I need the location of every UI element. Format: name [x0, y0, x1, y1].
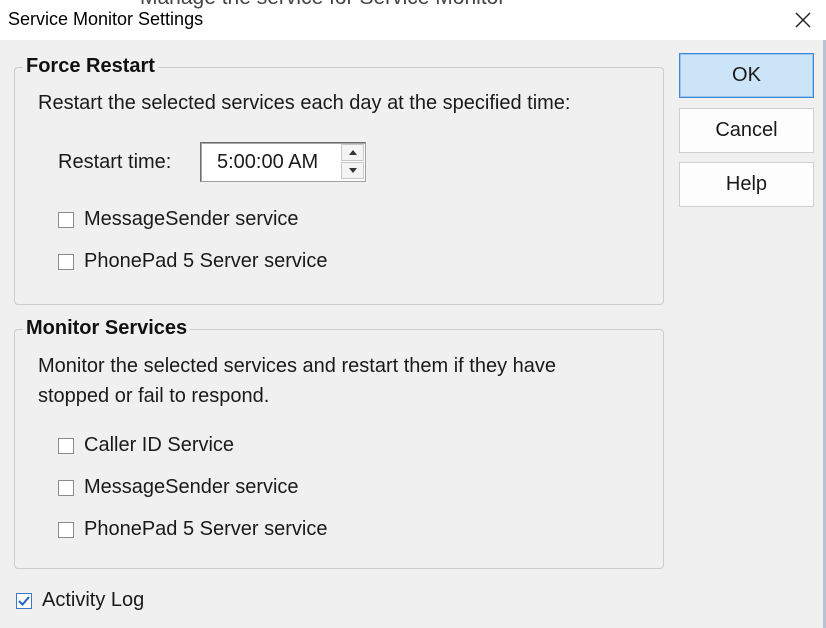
monitor-services-description-line1: Monitor the selected services and restar…: [38, 355, 557, 377]
window-title: Service Monitor Settings: [8, 9, 204, 29]
close-button[interactable]: [780, 0, 826, 40]
checkbox-box[interactable]: [58, 521, 74, 538]
checkbox-box[interactable]: [16, 592, 32, 609]
help-button[interactable]: Help: [679, 162, 814, 207]
monitor-messagesender-checkbox[interactable]: MessageSender service: [58, 476, 299, 499]
force-restart-description: Restart the selected services each day a…: [38, 92, 571, 114]
spin-down-arrow-icon: [348, 168, 357, 173]
service-monitor-settings-dialog: Manage the service for Service Monitor S…: [0, 0, 826, 628]
restart-time-value[interactable]: 5:00:00 AM: [217, 151, 318, 174]
checkbox-label: MessageSender service: [84, 208, 299, 230]
cancel-button[interactable]: Cancel: [679, 108, 814, 153]
checkbox-label: MessageSender service: [84, 476, 299, 498]
checkbox-box[interactable]: [58, 479, 74, 496]
checkbox-box[interactable]: [58, 211, 74, 228]
restart-time-spinner[interactable]: 5:00:00 AM: [200, 142, 366, 182]
force-restart-title: Force Restart: [23, 55, 158, 78]
close-icon: [795, 12, 811, 28]
checkmark-icon: [18, 595, 30, 606]
checkbox-label: Activity Log: [42, 589, 145, 611]
checkbox-box[interactable]: [58, 437, 74, 454]
monitor-services-title: Monitor Services: [23, 317, 191, 340]
spin-up-button[interactable]: [341, 144, 364, 161]
force-restart-messagesender-checkbox[interactable]: MessageSender service: [58, 208, 299, 231]
spin-down-button[interactable]: [341, 162, 364, 179]
activity-log-checkbox[interactable]: Activity Log: [16, 589, 144, 612]
restart-time-label: Restart time:: [58, 151, 172, 173]
monitor-services-description-line2: stopped or fail to respond.: [38, 385, 270, 407]
checkbox-label: PhonePad 5 Server service: [84, 518, 328, 540]
title-bar: Manage the service for Service Monitor S…: [0, 0, 826, 40]
checkbox-box[interactable]: [58, 253, 74, 270]
spin-up-arrow-icon: [348, 150, 357, 155]
checkbox-label: Caller ID Service: [84, 434, 235, 456]
ok-button[interactable]: OK: [679, 53, 814, 98]
checkbox-label: PhonePad 5 Server service: [84, 250, 328, 272]
force-restart-phonepad-checkbox[interactable]: PhonePad 5 Server service: [58, 250, 327, 273]
monitor-callerid-checkbox[interactable]: Caller ID Service: [58, 434, 234, 457]
monitor-phonepad-checkbox[interactable]: PhonePad 5 Server service: [58, 518, 327, 541]
